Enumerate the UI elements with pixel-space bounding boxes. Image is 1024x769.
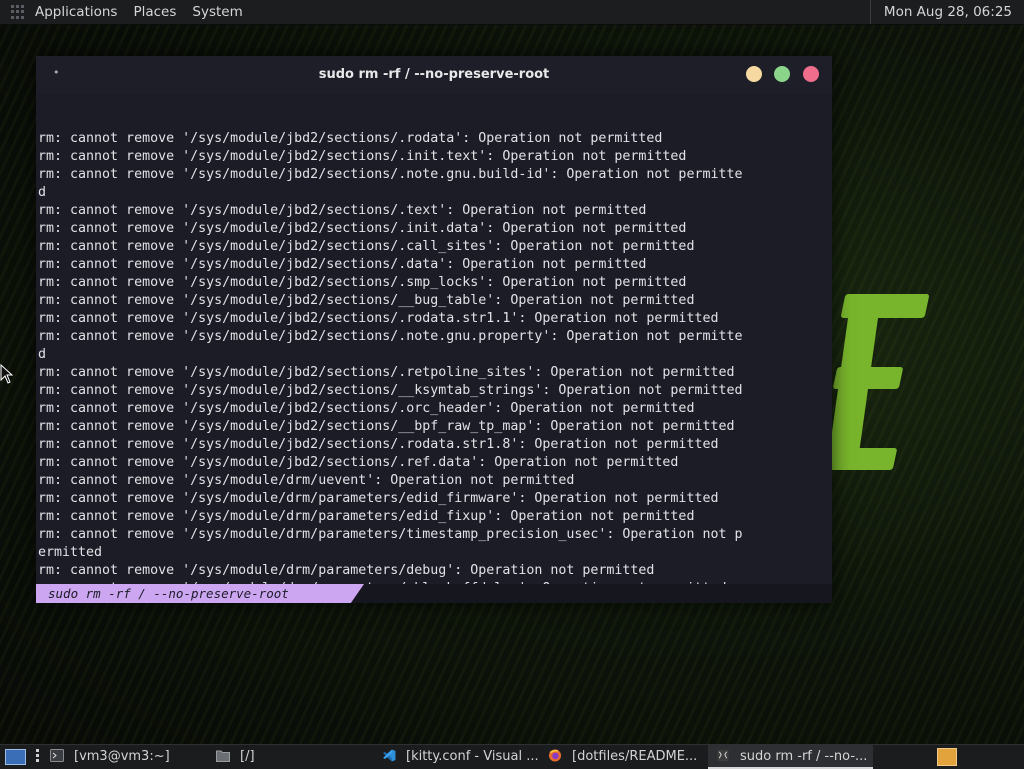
terminal-line: rm: cannot remove '/sys/module/jbd2/sect… [38,437,719,452]
terminal-line: rm: cannot remove '/sys/module/jbd2/sect… [38,293,695,308]
terminal-line: rm: cannot remove '/sys/module/jbd2/sect… [38,419,735,434]
task-label: [kitty.conf - Visual ... [406,749,539,764]
task-file-manager[interactable]: [/] [216,745,366,769]
close-button[interactable] [803,66,819,82]
terminal-line: rm: cannot remove '/sys/module/jbd2/sect… [38,149,687,164]
terminal-line: rm: cannot remove '/sys/module/jbd2/sect… [38,167,743,182]
terminal-line: rm: cannot remove '/sys/module/jbd2/sect… [38,203,647,218]
apps-grid-icon[interactable] [11,5,25,19]
task-terminal-home[interactable]: [vm3@vm3:~] [50,745,215,769]
window-titlebar[interactable]: • sudo rm -rf / --no-preserve-root [36,56,832,94]
task-kitty-active[interactable]: sudo rm -rf / --no-... [708,745,873,769]
terminal-line: rm: cannot remove '/sys/module/jbd2/sect… [38,383,743,398]
terminal-line: rm: cannot remove '/sys/module/drm/ueven… [38,473,575,488]
maximize-button[interactable] [774,66,790,82]
panel-handle-icon[interactable] [36,749,40,765]
terminal-line: rm: cannot remove '/sys/module/drm/param… [38,563,655,578]
terminal-tab[interactable]: sudo rm -rf / --no-preserve-root [36,584,364,603]
terminal-line: rm: cannot remove '/sys/module/jbd2/sect… [38,455,679,470]
firefox-icon [548,749,562,762]
task-firefox[interactable]: [dotfiles/README... [548,745,703,769]
menu-places[interactable]: Places [125,0,184,24]
terminal-line: rm: cannot remove '/sys/module/jbd2/sect… [38,239,695,254]
task-label: [/] [240,749,255,764]
task-label: sudo rm -rf / --no-... [740,749,868,764]
show-desktop-button[interactable] [5,749,26,765]
terminal-line: d [38,347,47,362]
terminal-line: rm: cannot remove '/sys/module/jbd2/sect… [38,329,743,344]
terminal-line: rm: cannot remove '/sys/module/drm/param… [38,491,719,506]
terminal-line: rm: cannot remove '/sys/module/jbd2/sect… [38,311,719,326]
terminal-line: d [38,185,47,200]
vscode-icon [383,749,396,762]
terminal-line: rm: cannot remove '/sys/module/jbd2/sect… [38,401,695,416]
minimize-button[interactable] [746,66,762,82]
terminal-output[interactable]: rm: cannot remove '/sys/module/jbd2/sect… [36,94,834,584]
terminal-line: rm: cannot remove '/sys/module/jbd2/sect… [38,221,687,236]
workspace-switcher[interactable] [937,748,957,766]
window-title: sudo rm -rf / --no-preserve-root [318,67,550,82]
terminal-line: rm: cannot remove '/sys/module/drm/param… [38,509,695,524]
mouse-pointer-icon [0,364,14,384]
top-panel: Applications Places System Mon Aug 28, 0… [0,0,1024,25]
kitty-icon [717,749,729,762]
task-label: [dotfiles/README... [572,749,698,764]
task-vscode[interactable]: [kitty.conf - Visual ... [382,745,542,769]
terminal-line: rm: cannot remove '/sys/module/drm/param… [38,527,743,542]
clock[interactable]: Mon Aug 28, 06:25 [869,0,1024,24]
terminal-window[interactable]: • sudo rm -rf / --no-preserve-root rm: c… [36,56,832,603]
task-label: [vm3@vm3:~] [74,749,170,764]
terminal-line: rm: cannot remove '/sys/module/jbd2/sect… [38,131,663,146]
terminal-line: ermitted [38,545,103,560]
menu-applications[interactable]: Applications [29,0,125,24]
terminal-line: rm: cannot remove '/sys/module/jbd2/sect… [38,257,647,272]
bottom-panel: [vm3@vm3:~] [/] [kitty.conf - Visual ...… [0,744,1024,769]
menu-system[interactable]: System [184,0,250,24]
terminal-tab-bar: sudo rm -rf / --no-preserve-root [36,584,832,603]
terminal-line: rm: cannot remove '/sys/module/jbd2/sect… [38,365,735,380]
wallpaper-logo [826,294,930,470]
terminal-line: rm: cannot remove '/sys/module/jbd2/sect… [38,275,687,290]
folder-icon [216,750,230,762]
terminal-icon [50,749,64,762]
